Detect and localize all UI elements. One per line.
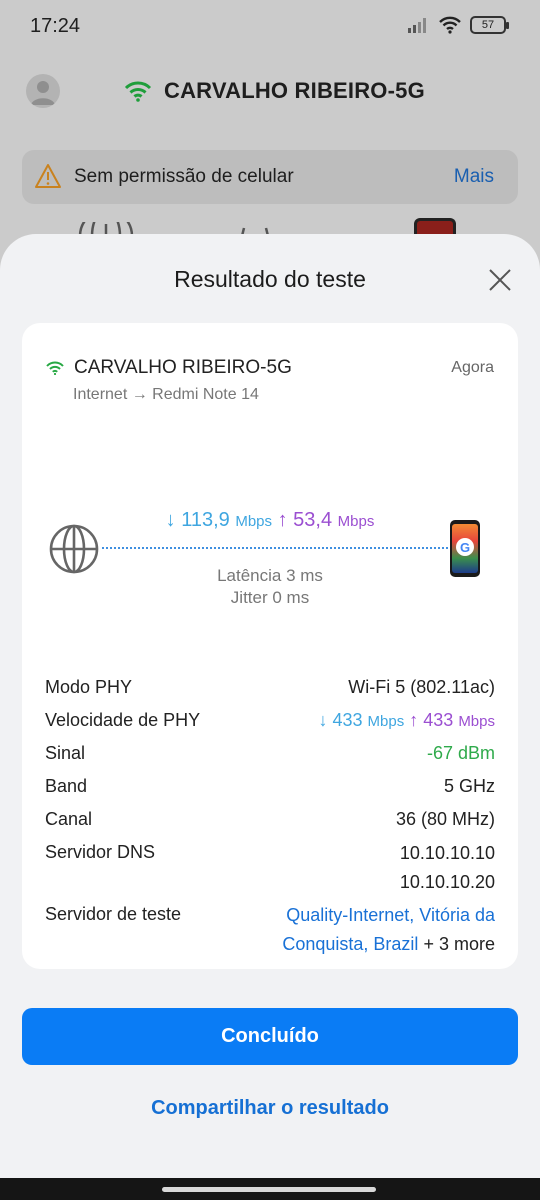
status-bar: 17:24 57 [0,0,540,52]
upload-unit: Mbps [337,513,375,530]
detail-value: ↓ 433 Mbps ↑ 433 Mbps [318,710,495,731]
jitter-label: Jitter 0 ms [230,588,310,607]
close-icon[interactable] [486,266,514,294]
network-name: CARVALHO RIBEIRO-5G [164,78,425,103]
status-time: 17:24 [30,15,81,37]
ssid-row: CARVALHO RIBEIRO-5G [46,357,292,379]
download-unit: Mbps [235,513,273,530]
time-label: Agora [451,359,494,376]
detail-value: Wi-Fi 5 (802.11ac) [348,677,495,697]
wifi-status-icon [439,16,461,34]
wifi-icon [124,81,152,102]
dns-values: 10.10.10.10 10.10.10.20 [400,839,495,897]
detail-row-band: Band 5 GHz [45,776,495,809]
test-server-link-line2[interactable]: Conquista, Brazil [282,934,418,954]
warning-icon [35,164,61,188]
more-servers-label[interactable]: + 3 more [423,934,495,954]
user-icon [31,81,55,105]
details-table: Modo PHY Wi-Fi 5 (802.11ac) Velocidade d… [45,677,495,966]
latency-block: Latência 3 ms Jitter 0 ms [22,565,518,609]
phy-down-unit: Mbps [367,713,405,730]
phy-up-value: ↑ 433 [409,710,454,730]
google-logo-icon: G [456,538,474,556]
latency-label: Latência 3 ms [217,566,323,585]
route-label: Internet → Redmi Note 14 [73,386,259,403]
detail-label: Band [45,776,88,796]
home-gesture-handle[interactable] [162,1187,376,1192]
detail-label: Sinal [45,743,86,763]
battery-level: 57 [481,19,495,31]
dns-secondary: 10.10.10.20 [399,872,495,892]
battery-icon: 57 [470,16,509,34]
detail-row-phy-mode: Modo PHY Wi-Fi 5 (802.11ac) [45,677,495,710]
detail-value: 5 GHz [443,776,495,796]
avatar[interactable] [26,74,60,108]
sheet-title: Resultado do teste [174,266,366,292]
permission-text: Sem permissão de celular [74,166,294,187]
detail-row-signal: Sinal -67 dBm [45,743,495,776]
detail-label: Servidor DNS [45,842,156,862]
speed-row: ↓ 113,9 Mbps ↑ 53,4 Mbps [22,509,518,532]
dns-primary: 10.10.10.10 [399,843,495,863]
status-icons: 57 [408,16,509,34]
phy-up-unit: Mbps [458,713,495,730]
network-title: CARVALHO RIBEIRO-5G [124,78,425,104]
connection-line [102,547,448,549]
wifi-icon [46,361,64,375]
test-server-link-line1[interactable]: Quality-Internet, Vitória da [235,901,495,930]
detail-value: 36 (80 MHz) [395,809,495,829]
detail-row-phy-speed: Velocidade de PHY ↓ 433 Mbps ↑ 433 Mbps [45,710,495,743]
more-link[interactable]: Mais [454,166,494,188]
detail-row-dns: Servidor DNS 10.10.10.10 10.10.10.20 [45,842,495,904]
ssid-label: CARVALHO RIBEIRO-5G [74,357,292,378]
navigation-bar [0,1178,540,1200]
detail-row-channel: Canal 36 (80 MHz) [45,809,495,842]
detail-label: Velocidade de PHY [45,710,201,730]
test-server-value: Quality-Internet, Vitória da Conquista, … [235,901,495,959]
detail-label: Modo PHY [45,677,133,697]
permission-banner[interactable]: Sem permissão de celular Mais [22,150,518,204]
result-card: CARVALHO RIBEIRO-5G Agora Internet → Red… [22,323,518,969]
detail-label: Canal [45,809,93,829]
share-result-link[interactable]: Compartilhar o resultado [0,1097,540,1120]
done-button[interactable]: Concluído [22,1008,518,1065]
upload-speed: ↑ 53,4 [277,509,333,531]
signal-value: -67 dBm [426,743,495,763]
detail-label: Servidor de teste [45,904,182,924]
result-sheet: Resultado do teste CARVALHO RIBEIRO-5G A… [0,234,540,1178]
download-speed: ↓ 113,9 [165,509,230,531]
cell-signal-icon [408,18,426,33]
detail-row-test-server: Servidor de teste Quality-Internet, Vitó… [45,904,495,966]
phy-down-value: ↓ 433 [318,710,363,730]
network-header: CARVALHO RIBEIRO-5G [0,60,540,124]
